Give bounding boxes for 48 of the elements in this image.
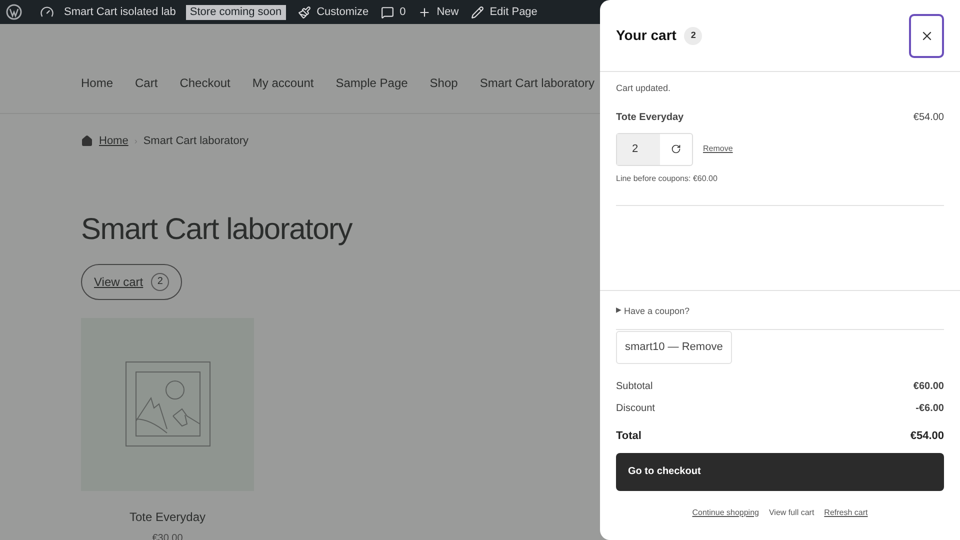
applied-coupon-button[interactable]: smart10 — Remove [616,331,732,364]
footer-link[interactable]: Continue shopping [692,506,759,518]
item-name: Tote Everyday [616,110,684,124]
item-price: €54.00 [913,110,944,124]
item-note: Line before coupons: €60.00 [616,172,718,184]
footer-link[interactable]: View full cart [768,506,814,518]
comment-icon [380,6,394,18]
footer-link[interactable]: Refresh cart [824,506,868,518]
nav-link[interactable]: Checkout [180,74,230,92]
drawer-title: Your cart [616,26,676,45]
dashboard-icon[interactable] [40,5,54,19]
store-status-badge: Store coming soon [186,4,286,20]
admin-bar-link[interactable]: New [418,4,459,20]
count-badge: 2 [684,26,702,44]
view-cart-label: View cart [94,274,144,290]
count-badge: 2 [151,272,170,290]
cart-notice: Cart updated. [616,82,672,95]
nav-link[interactable]: Cart [135,74,158,92]
remove-link[interactable]: Remove [703,143,733,155]
breadcrumb-link[interactable]: Home [99,133,128,150]
page-heading: Smart Cart laboratory [81,212,354,248]
admin-bar-link[interactable]: 0 [380,4,406,20]
nav-link[interactable]: Home [81,74,114,92]
image-placeholder-icon [124,361,210,447]
totals-label: Total [616,429,642,444]
checkout-button[interactable]: Go to checkout [616,452,944,490]
admin-bar-link[interactable]: Edit Page [470,4,538,20]
nav-link[interactable]: Sample Page [336,74,408,92]
totals-label: Discount [616,402,655,416]
home-icon [81,135,93,148]
product-name[interactable]: Tote Everyday [129,508,206,526]
admin-bar-link[interactable]: Customize [298,4,369,20]
wordpress-logo-icon[interactable] [6,4,22,20]
site-name-link[interactable]: Smart Cart isolated lab [64,4,176,20]
nav-link[interactable]: Smart Cart laboratory [480,74,595,92]
breadcrumb-current: Smart Cart laboratory [143,134,248,149]
chevron-icon: › [134,134,138,148]
brush-icon [298,6,311,18]
pencil-icon [470,6,484,18]
view-cart-button[interactable]: View cart 2 [81,264,182,300]
totals-value: €54.00 [910,429,944,444]
totals-label: Subtotal [616,380,653,394]
plus-icon [418,6,431,18]
nav-link[interactable]: My account [252,74,314,92]
totals-value: €60.00 [913,380,944,394]
totals-value: -€6.00 [916,402,944,416]
close-button[interactable] [909,14,944,58]
nav-link[interactable]: Shop [430,74,458,92]
